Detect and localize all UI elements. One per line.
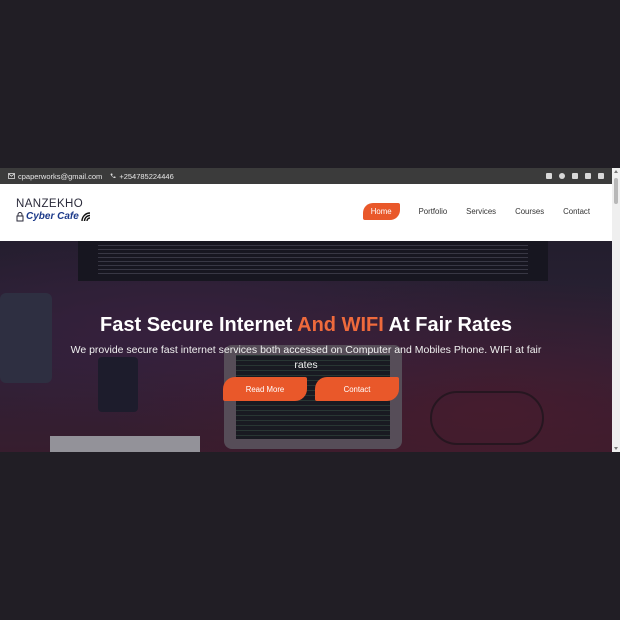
main-navbar: NANZEKHO Cyber Cafe Home Portfolio Servi…	[0, 184, 612, 241]
envelope-icon	[8, 173, 15, 179]
hero-section: Fast Secure Internet And WIFI At Fair Ra…	[0, 241, 612, 452]
top-contact-bar: cpaperworks@gmail.com +254785224446	[0, 168, 612, 184]
logo-line2-row: Cyber Cafe	[16, 211, 93, 222]
nav-item-courses[interactable]: Courses	[515, 207, 544, 216]
logo-line1: NANZEKHO	[16, 198, 84, 210]
social-links	[546, 173, 612, 179]
scrollbar-thumb[interactable]	[614, 178, 618, 204]
facebook-icon[interactable]	[546, 173, 552, 179]
linkedin-icon[interactable]	[572, 173, 578, 179]
nav-item-home[interactable]: Home	[362, 203, 400, 220]
phone-contact[interactable]: +254785224446	[110, 171, 174, 181]
instagram-icon[interactable]	[559, 173, 565, 179]
nav-item-services[interactable]: Services	[466, 207, 496, 216]
email-text: cpaperworks@gmail.com	[18, 171, 103, 181]
logo-line2: Cyber Cafe	[26, 211, 79, 222]
read-more-button[interactable]: Read More	[223, 377, 307, 401]
hero-title-part2: At Fair Rates	[383, 314, 512, 336]
phone-text: +254785224446	[119, 171, 174, 181]
scroll-up-icon[interactable]	[614, 170, 618, 173]
browser-viewport: cpaperworks@gmail.com +254785224446 NANZ…	[0, 168, 620, 452]
lock-icon	[16, 211, 24, 221]
site-logo[interactable]: NANZEKHO Cyber Cafe	[16, 198, 93, 222]
contact-button[interactable]: Contact	[315, 377, 399, 401]
nav-item-contact[interactable]: Contact	[563, 207, 590, 216]
rss-icon[interactable]	[598, 173, 604, 179]
contact-info: cpaperworks@gmail.com +254785224446	[0, 172, 174, 181]
phone-icon	[110, 173, 116, 179]
page-scrollbar[interactable]	[612, 168, 620, 452]
hero-subtitle: We provide secure fast internet services…	[70, 344, 542, 371]
nav-item-portfolio[interactable]: Portfolio	[419, 207, 448, 216]
wifi-icon	[81, 211, 90, 221]
hero-title-highlight: And WIFI	[297, 314, 384, 336]
scroll-down-icon[interactable]	[614, 447, 618, 450]
email-contact[interactable]: cpaperworks@gmail.com	[8, 172, 102, 181]
hero-title-part1: Fast Secure Internet	[100, 314, 298, 336]
hero-title: Fast Secure Internet And WIFI At Fair Ra…	[0, 314, 612, 337]
nav-menu: Home Portfolio Services Courses Contact	[362, 203, 590, 220]
twitter-icon[interactable]	[585, 173, 591, 179]
